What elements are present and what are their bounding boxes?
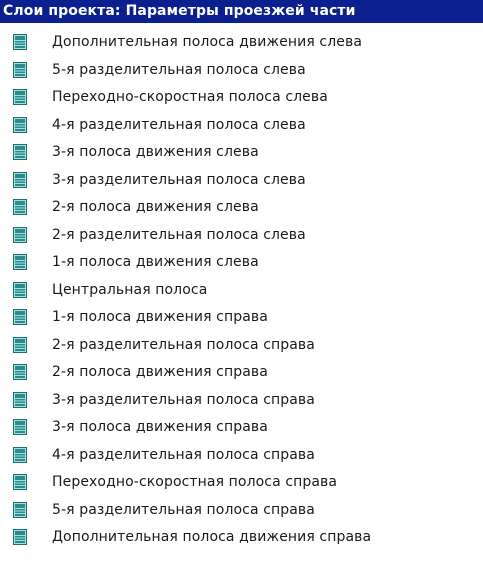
list-item-label: Центральная полоса: [52, 281, 208, 298]
list-item[interactable]: 1-я полоса движения слева: [0, 249, 483, 277]
list-item[interactable]: 3-я разделительная полоса слева: [0, 167, 483, 195]
list-item[interactable]: 5-я разделительная полоса справа: [0, 497, 483, 525]
layer-icon: [13, 226, 27, 243]
list-item-label: Переходно-скоростная полоса слева: [52, 89, 328, 105]
list-item[interactable]: Дополнительная полоса движения справа: [0, 524, 483, 552]
list-item[interactable]: 2-я полоса движения справа: [0, 359, 483, 387]
list-item-label: 2-я разделительная полоса справа: [52, 336, 315, 353]
list-item-label: Переходно-скоростная полоса справа: [52, 474, 338, 490]
layer-icon: [13, 89, 27, 105]
list-item-label: 5-я разделительная полоса справа: [52, 501, 315, 518]
list-item[interactable]: Центральная полоса: [0, 277, 483, 305]
list-item[interactable]: 4-я разделительная полоса справа: [0, 442, 483, 470]
layer-icon: [13, 474, 27, 490]
list-item[interactable]: Переходно-скоростная полоса справа: [0, 469, 483, 497]
list-item-label: 5-я разделительная полоса слева: [52, 61, 306, 78]
layer-icon: [13, 281, 27, 298]
layer-icon: [13, 391, 27, 408]
list-item-label: 1-я полоса движения справа: [52, 309, 268, 325]
list-item-label: Дополнительная полоса движения справа: [52, 529, 372, 545]
layer-icon: [13, 336, 27, 353]
project-layers-panel: Слои проекта: Параметры проезжей части Д…: [0, 0, 483, 568]
list-item[interactable]: 1-я полоса движения справа: [0, 304, 483, 332]
layer-icon: [13, 309, 27, 325]
layer-icon: [13, 34, 27, 50]
list-item-label: 4-я разделительная полоса слева: [52, 116, 306, 133]
layer-icon: [13, 144, 27, 160]
list-item-label: 2-я разделительная полоса слева: [52, 226, 306, 243]
list-item[interactable]: 2-я разделительная полоса справа: [0, 332, 483, 360]
layer-icon: [13, 364, 27, 380]
list-item[interactable]: 3-я полоса движения слева: [0, 139, 483, 167]
layer-list: Дополнительная полоса движения слева 5-я …: [0, 29, 483, 552]
list-item[interactable]: 5-я разделительная полоса слева: [0, 57, 483, 85]
layer-icon: [13, 419, 27, 435]
list-item[interactable]: 3-я полоса движения справа: [0, 414, 483, 442]
layer-icon: [13, 254, 27, 270]
list-item-label: 2-я полоса движения справа: [52, 364, 268, 380]
list-item[interactable]: 3-я разделительная полоса справа: [0, 387, 483, 415]
panel-title: Слои проекта: Параметры проезжей части: [0, 0, 483, 23]
layer-icon: [13, 61, 27, 78]
list-item-label: 3-я разделительная полоса справа: [52, 391, 315, 408]
layer-icon: [13, 529, 27, 545]
list-item-label: 3-я разделительная полоса слева: [52, 171, 306, 188]
layer-icon: [13, 116, 27, 133]
layer-icon: [13, 501, 27, 518]
list-item-label: 3-я полоса движения справа: [52, 419, 268, 435]
layer-icon: [13, 171, 27, 188]
list-item[interactable]: 2-я полоса движения слева: [0, 194, 483, 222]
layer-icon: [13, 199, 27, 215]
layer-icon: [13, 446, 27, 463]
list-item-label: 1-я полоса движения слева: [52, 254, 259, 270]
list-item-label: 2-я полоса движения слева: [52, 199, 259, 215]
list-item[interactable]: 4-я разделительная полоса слева: [0, 112, 483, 140]
list-item-label: 3-я полоса движения слева: [52, 144, 259, 160]
list-item[interactable]: Переходно-скоростная полоса слева: [0, 84, 483, 112]
list-item[interactable]: 2-я разделительная полоса слева: [0, 222, 483, 250]
list-item[interactable]: Дополнительная полоса движения слева: [0, 29, 483, 57]
list-item-label: Дополнительная полоса движения слева: [52, 34, 363, 50]
list-item-label: 4-я разделительная полоса справа: [52, 446, 315, 463]
